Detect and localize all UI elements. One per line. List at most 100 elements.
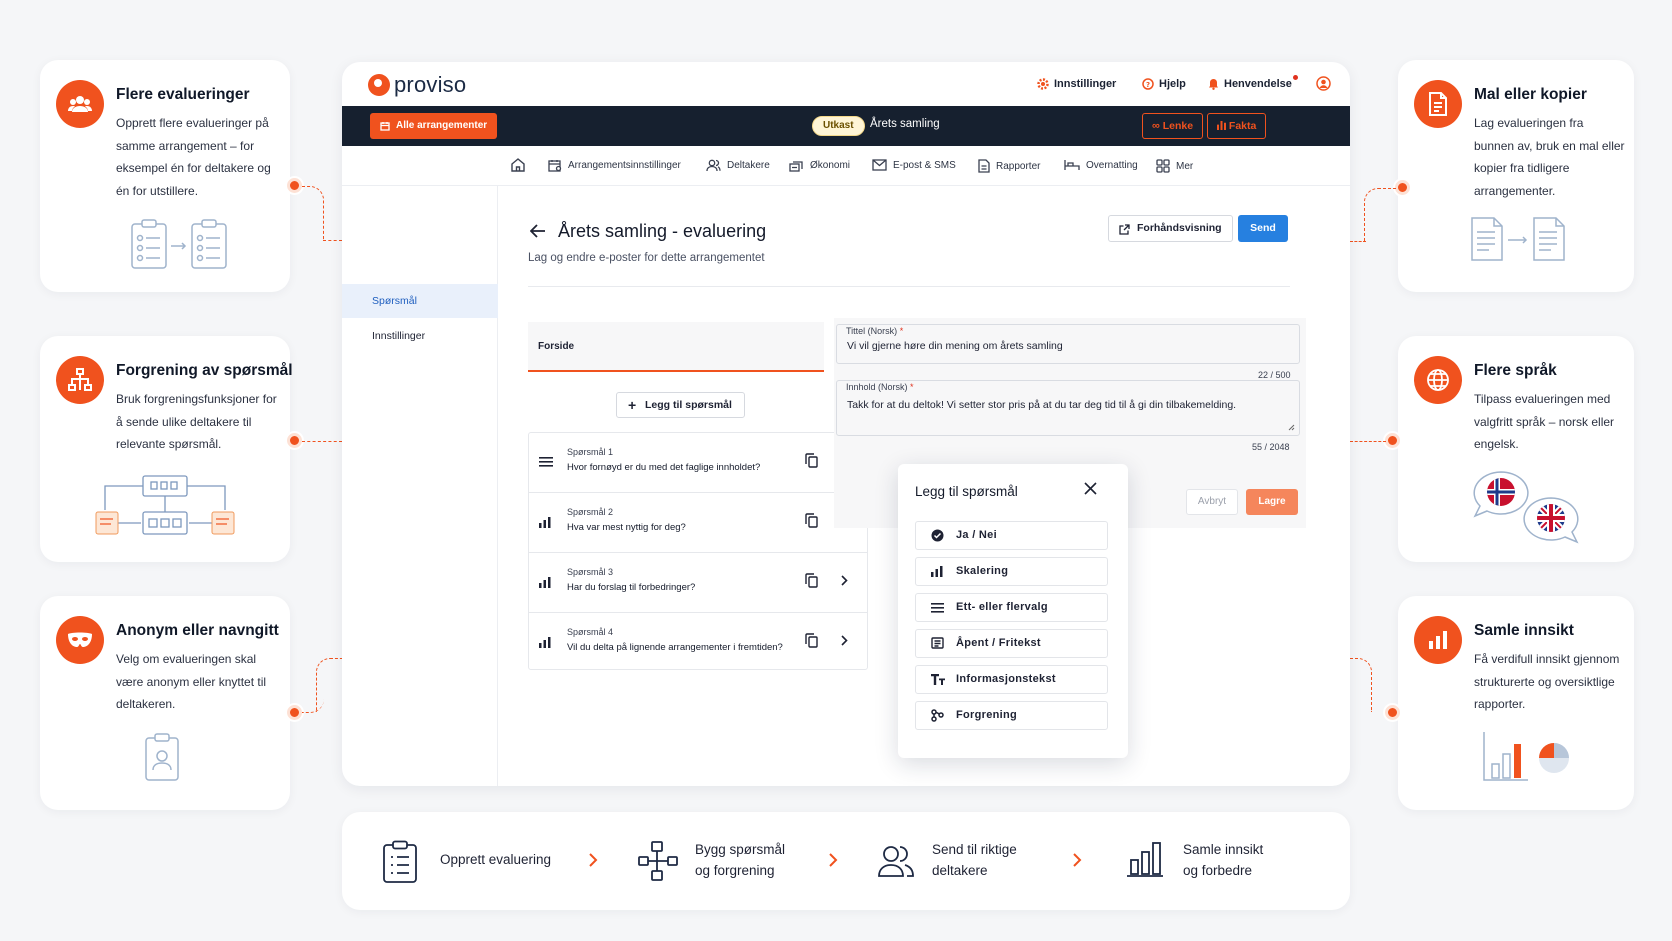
copy-icon[interactable] xyxy=(805,633,818,648)
tab-label: Deltakere xyxy=(727,160,770,171)
all-events-button[interactable]: Alle arrangementer xyxy=(370,113,498,139)
user-icon[interactable] xyxy=(1316,76,1331,91)
logo-icon xyxy=(368,74,390,96)
feature-card-multiple-evaluations: Flere evalueringer Opprett flere evaluer… xyxy=(40,60,290,292)
question-row-2[interactable]: Spørsmål 2 Hva var mest nyttig for deg? xyxy=(529,493,867,553)
document-icon xyxy=(1414,80,1462,128)
feature-description: Få verdifull innsikt gjennom strukturert… xyxy=(1474,652,1620,711)
copy-icon[interactable] xyxy=(805,573,818,588)
clipboard-list-icon xyxy=(383,840,417,883)
content-textarea[interactable]: Takk for at du deltok! Vi setter stor pr… xyxy=(836,380,1300,436)
feature-card-insights: Samle innsikt Få verdifull innsikt gjenn… xyxy=(1398,596,1634,810)
option-label: Åpent / Fritekst xyxy=(956,637,1041,649)
grid-icon xyxy=(1156,159,1170,173)
back-arrow-icon[interactable] xyxy=(530,224,546,238)
option-information-text[interactable]: Informasjonstekst xyxy=(915,665,1108,694)
step-send-to-participants: Send til riktige deltakere xyxy=(932,839,1017,881)
notification-dot xyxy=(1292,75,1298,80)
users-icon xyxy=(706,159,721,172)
feature-title: Flere språk xyxy=(1474,362,1557,379)
chevron-right-icon[interactable] xyxy=(841,635,848,646)
option-single-multi-choice[interactable]: Ett- eller flervalg xyxy=(915,593,1108,622)
cancel-button[interactable]: Avbryt xyxy=(1186,489,1238,515)
link-button[interactable]: ∞ Lenke xyxy=(1142,113,1204,139)
event-name: Årets samling xyxy=(870,118,940,130)
question-text: Hva var mest nyttig for deg? xyxy=(567,522,686,533)
add-question-label: Legg til spørsmål xyxy=(645,399,732,411)
send-button[interactable]: Send xyxy=(1238,215,1288,242)
step-line: Bygg spørsmål xyxy=(695,842,786,857)
chart-illustration-icon xyxy=(1482,730,1576,787)
tab-event-settings[interactable]: Arrangementsinnstillinger xyxy=(548,159,681,172)
coins-icon xyxy=(789,161,803,172)
tab-label: Økonomi xyxy=(810,160,851,171)
chevron-right-icon[interactable] xyxy=(841,575,848,586)
bar-chart-icon xyxy=(539,517,551,528)
calendar-icon xyxy=(380,122,390,131)
text-format-icon xyxy=(931,674,945,685)
help-label: Hjelp xyxy=(1159,78,1186,90)
copy-icon[interactable] xyxy=(805,513,818,528)
home-tab[interactable] xyxy=(510,157,526,172)
status-badge: Utkast xyxy=(812,116,865,136)
tab-economy[interactable]: Økonomi xyxy=(789,159,850,172)
resize-handle-icon[interactable] xyxy=(1288,424,1295,431)
option-scale[interactable]: Skalering xyxy=(915,557,1108,586)
connector-line xyxy=(1350,441,1386,442)
tab-participants[interactable]: Deltakere xyxy=(706,159,770,172)
globe-icon xyxy=(1414,356,1462,404)
tab-email-sms[interactable]: E-post & SMS xyxy=(872,159,956,171)
list-lines-icon xyxy=(931,603,944,613)
feature-description: Lag evalueringen fra bunnen av, bruk en … xyxy=(1474,116,1625,198)
sidebar: Spørsmål Innstillinger xyxy=(342,186,498,786)
check-circle-icon xyxy=(931,529,944,542)
requests-link[interactable]: Henvendelse xyxy=(1208,75,1298,90)
settings-link[interactable]: Innstillinger xyxy=(1037,78,1116,90)
bell-icon xyxy=(1209,79,1218,90)
tab-label: Mer xyxy=(1176,160,1194,172)
option-open-text[interactable]: Åpent / Fritekst xyxy=(915,629,1108,658)
step-create-evaluation: Opprett evaluering xyxy=(440,849,551,870)
connector-dot xyxy=(1385,433,1400,448)
feature-card-template: Mal eller kopier Lag evalueringen fra bu… xyxy=(1398,60,1634,292)
feature-title: Forgrening av spørsmål xyxy=(116,362,293,379)
users-icon xyxy=(56,80,104,128)
add-question-button[interactable]: + Legg til spørsmål xyxy=(616,392,745,418)
connector-line xyxy=(1350,658,1372,712)
tab-more[interactable]: Mer xyxy=(1156,159,1193,173)
save-button[interactable]: Lagre xyxy=(1246,489,1298,515)
close-icon[interactable] xyxy=(1084,482,1097,495)
title-input[interactable]: Vi vil gjerne høre din mening om årets s… xyxy=(836,324,1300,364)
sidebar-item-questions[interactable]: Spørsmål xyxy=(342,284,498,318)
question-list: Spørsmål 1 Hvor fornøyd er du med det fa… xyxy=(528,432,868,670)
page-title: Årets samling - evaluering xyxy=(558,221,767,241)
copy-icon[interactable] xyxy=(805,453,818,468)
connector-line xyxy=(302,186,324,241)
option-yes-no[interactable]: Ja / Nei xyxy=(915,521,1108,550)
question-number: Spørsmål 4 xyxy=(567,627,614,637)
question-row-4[interactable]: Spørsmål 4 Vil du delta på lignende arra… xyxy=(529,613,867,669)
mask-icon xyxy=(56,616,104,664)
link-label: Lenke xyxy=(1162,120,1194,132)
help-link[interactable]: ? Hjelp xyxy=(1142,78,1186,90)
sidebar-item-settings[interactable]: Innstillinger xyxy=(342,319,498,353)
preview-button[interactable]: Forhåndsvisning xyxy=(1108,215,1233,242)
tab-front-page[interactable]: Forside xyxy=(528,322,824,372)
facts-button[interactable]: Fakta xyxy=(1207,113,1267,139)
calendar-gear-icon xyxy=(548,160,562,172)
content-char-count: 55 / 2048 xyxy=(1252,442,1290,452)
tab-accommodation[interactable]: Overnatting xyxy=(1064,159,1138,171)
branching-flow-illustration-icon xyxy=(95,474,235,543)
step-line: og forgrening xyxy=(695,863,775,878)
tab-reports[interactable]: Rapporter xyxy=(978,159,1040,173)
proviso-logo[interactable]: proviso xyxy=(368,72,466,98)
option-label: Ja / Nei xyxy=(956,529,997,541)
branch-icon xyxy=(56,356,104,404)
envelope-icon xyxy=(872,159,887,171)
option-branching[interactable]: Forgrening xyxy=(915,701,1108,730)
feature-title: Flere evalueringer xyxy=(116,86,250,103)
question-row-1[interactable]: Spørsmål 1 Hvor fornøyd er du med det fa… xyxy=(529,433,867,493)
question-row-3[interactable]: Spørsmål 3 Har du forslag til forbedring… xyxy=(529,553,867,613)
step-line: Opprett evaluering xyxy=(440,852,552,867)
option-label: Ett- eller flervalg xyxy=(956,601,1048,613)
